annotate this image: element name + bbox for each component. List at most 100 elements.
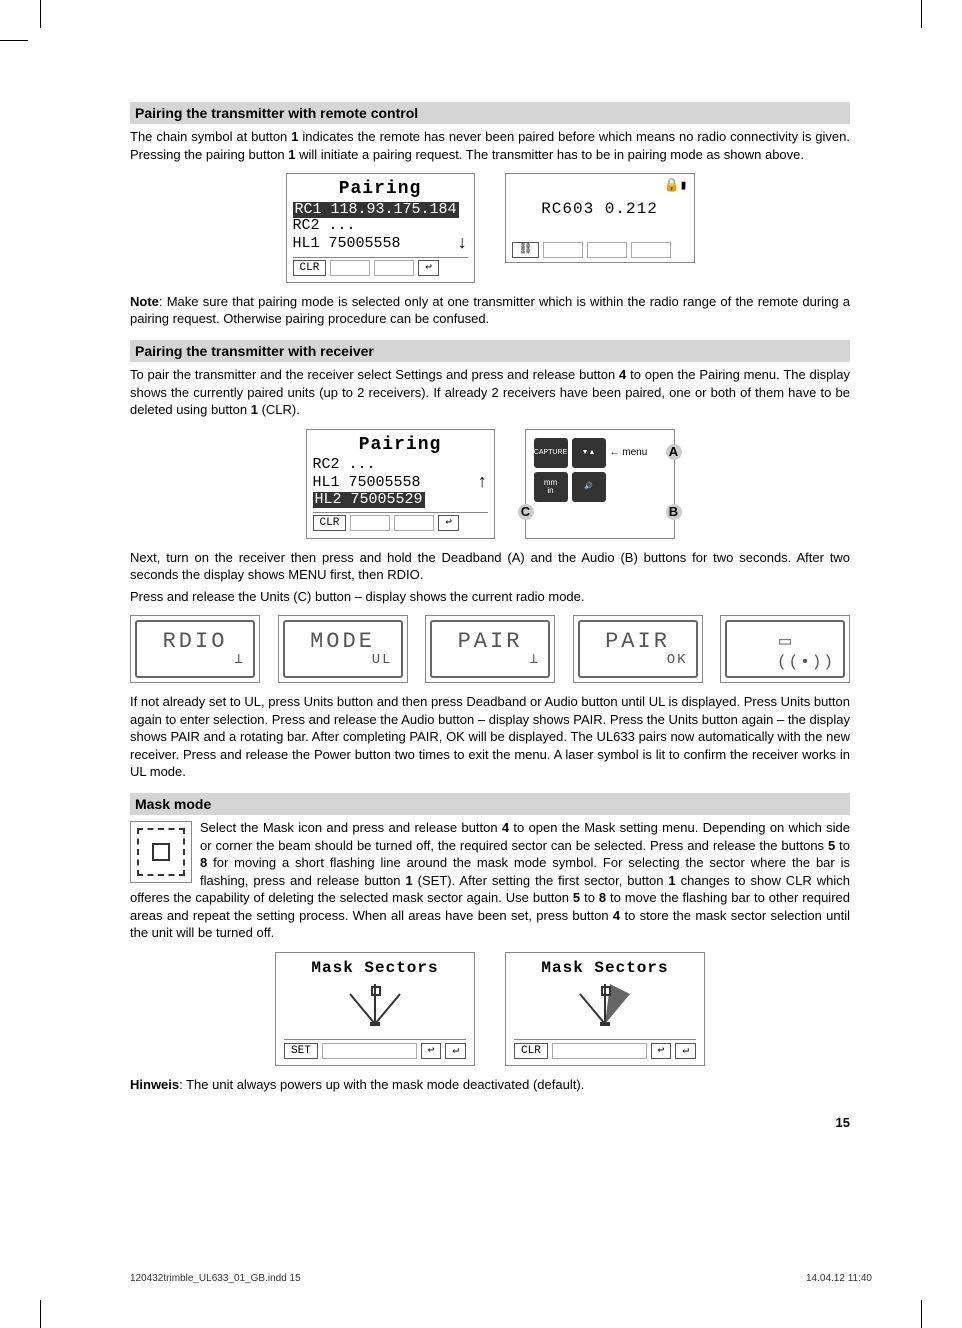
page-number: 15 bbox=[130, 1115, 850, 1130]
lcd-line1: RC1 118.93.175.184 bbox=[293, 202, 459, 219]
radio-wave-icon: ((•)) bbox=[777, 654, 835, 670]
section1-p1: The chain symbol at button 1 indicates t… bbox=[130, 128, 850, 163]
section2-p3: Press and release the Units (C) button –… bbox=[130, 588, 850, 606]
menu-text: menu bbox=[622, 447, 647, 458]
empty-btn bbox=[552, 1043, 647, 1059]
chain-icon: ⛓ bbox=[512, 242, 540, 258]
seg-text: PAIR bbox=[605, 631, 670, 653]
label-a: A bbox=[666, 444, 682, 460]
hinweis-text: : The unit always powers up with the mas… bbox=[179, 1077, 584, 1092]
empty-btn bbox=[374, 260, 414, 276]
empty-btn bbox=[631, 242, 671, 258]
seg-text: MODE bbox=[310, 631, 375, 653]
empty-btn bbox=[322, 1043, 417, 1059]
units-key: mmin bbox=[534, 472, 568, 502]
footer-right: 14.04.12 11:40 bbox=[806, 1273, 872, 1284]
empty-btn bbox=[543, 242, 583, 258]
text: to bbox=[835, 838, 850, 853]
return-icon: ↩ bbox=[438, 515, 459, 531]
lcd-line3: HL1 75005558 bbox=[293, 236, 401, 253]
receiver-keypad: CAPTURE ▼▲ ← menu mmin 🔊 A B C bbox=[525, 429, 675, 539]
mask-diagram-2 bbox=[514, 979, 696, 1037]
footer-left: 120432trimble_UL633_01_GB.indd 15 bbox=[130, 1273, 301, 1284]
enter-icon: ↵ bbox=[675, 1043, 696, 1059]
document-page: Pairing the transmitter with remote cont… bbox=[130, 90, 850, 1130]
menu-label: ← menu bbox=[610, 447, 648, 458]
text: To pair the transmitter and the receiver… bbox=[130, 367, 619, 382]
section1-figures: Pairing RC1 118.93.175.184 RC2 ... HL1 7… bbox=[130, 173, 850, 283]
return-icon: ↩ bbox=[651, 1043, 672, 1059]
deadband-key: ▼▲ bbox=[572, 438, 606, 468]
capture-key: CAPTURE bbox=[534, 438, 568, 468]
hinweis-label: Hinweis bbox=[130, 1077, 179, 1092]
enter-icon: ↵ bbox=[445, 1043, 466, 1059]
empty-btn bbox=[587, 242, 627, 258]
lcd-line2: HL1 75005558 bbox=[313, 475, 421, 492]
lcd-title: Pairing bbox=[293, 180, 468, 202]
seg-rdio: RDIO⊥ bbox=[130, 615, 260, 683]
bold: 1 bbox=[288, 147, 295, 162]
empty-btn bbox=[330, 260, 370, 276]
section1-title: Pairing the transmitter with remote cont… bbox=[130, 102, 850, 124]
audio-key: 🔊 bbox=[572, 472, 606, 502]
up-arrow-icon: ↑ bbox=[477, 474, 488, 492]
bold: 1 bbox=[668, 873, 675, 888]
lock-battery-icon: 🔒▮ bbox=[663, 178, 687, 193]
mask-title: Mask Sectors bbox=[284, 959, 466, 977]
text: The chain symbol at button bbox=[130, 129, 291, 144]
text: (SET). After setting the first sector, b… bbox=[413, 873, 669, 888]
text: to bbox=[580, 890, 599, 905]
seg-text: PAIR bbox=[458, 631, 523, 653]
section3-hinweis: Hinweis: The unit always powers up with … bbox=[130, 1076, 850, 1094]
bold: 1 bbox=[405, 873, 412, 888]
lcd-title: Pairing bbox=[313, 436, 488, 458]
section1-note: Note: Make sure that pairing mode is sel… bbox=[130, 293, 850, 328]
empty-btn bbox=[394, 515, 434, 531]
seg-text: RDIO bbox=[163, 631, 228, 653]
empty-btn bbox=[350, 515, 390, 531]
bold: 8 bbox=[599, 890, 606, 905]
note-text: : Make sure that pairing mode is selecte… bbox=[130, 294, 850, 327]
mask-icon bbox=[130, 821, 192, 883]
section2-title: Pairing the transmitter with receiver bbox=[130, 340, 850, 362]
down-arrow-icon: ↓ bbox=[457, 235, 468, 253]
seg-mode: MODEUL bbox=[278, 615, 408, 683]
section3-figures: Mask Sectors SET ↩ ↵ Mask Sectors bbox=[130, 952, 850, 1066]
return-icon: ↩ bbox=[418, 260, 439, 276]
set-label: SET bbox=[284, 1043, 318, 1059]
mask-title: Mask Sectors bbox=[514, 959, 696, 977]
seg-pair: PAIR ⊥ bbox=[425, 615, 555, 683]
doc-icon: ▭ bbox=[779, 628, 791, 654]
mask-lcd-set: Mask Sectors SET ↩ ↵ bbox=[275, 952, 475, 1066]
mask-diagram-1 bbox=[284, 979, 466, 1037]
section2-p1: To pair the transmitter and the receiver… bbox=[130, 366, 850, 419]
remote-display: 🔒▮ RC603 0.212 ⛓ bbox=[505, 173, 695, 263]
clr-label: CLR bbox=[313, 515, 347, 531]
clr-label: CLR bbox=[293, 260, 327, 276]
clr-label: CLR bbox=[514, 1043, 548, 1059]
section3-p1: Select the Mask icon and press and relea… bbox=[130, 819, 850, 942]
label-b: B bbox=[666, 504, 682, 520]
pairing-lcd-1: Pairing RC1 118.93.175.184 RC2 ... HL1 7… bbox=[286, 173, 475, 283]
return-icon: ↩ bbox=[421, 1043, 442, 1059]
section2-p4: If not already set to UL, press Units bu… bbox=[130, 693, 850, 781]
section2-p2: Next, turn on the receiver then press an… bbox=[130, 549, 850, 584]
segment-displays: RDIO⊥ MODEUL PAIR ⊥ PAIROK ▭((•)) bbox=[130, 615, 850, 683]
seg-icon: ⊥ bbox=[530, 653, 540, 667]
lcd-line1: RC2 ... bbox=[313, 457, 488, 474]
lcd-line3: HL2 75005529 bbox=[313, 492, 425, 509]
pairing-lcd-2: Pairing RC2 ... HL1 75005558 ↑ HL2 75005… bbox=[306, 429, 495, 539]
text: (CLR). bbox=[258, 402, 300, 417]
note-label: Note bbox=[130, 294, 159, 309]
capture-label: CAPTURE bbox=[534, 449, 567, 456]
bold: 1 bbox=[251, 402, 258, 417]
label-c: C bbox=[518, 504, 534, 520]
seg-sub: UL bbox=[372, 653, 393, 667]
seg-radio-icon: ▭((•)) bbox=[720, 615, 850, 683]
section3-title: Mask mode bbox=[130, 793, 850, 815]
print-footer: 120432trimble_UL633_01_GB.indd 15 14.04.… bbox=[130, 1273, 872, 1284]
section2-figures: Pairing RC2 ... HL1 75005558 ↑ HL2 75005… bbox=[130, 429, 850, 539]
seg-pair-ok: PAIROK bbox=[573, 615, 703, 683]
mask-lcd-clr: Mask Sectors CLR ↩ ↵ bbox=[505, 952, 705, 1066]
text: Select the Mask icon and press and relea… bbox=[200, 820, 502, 835]
